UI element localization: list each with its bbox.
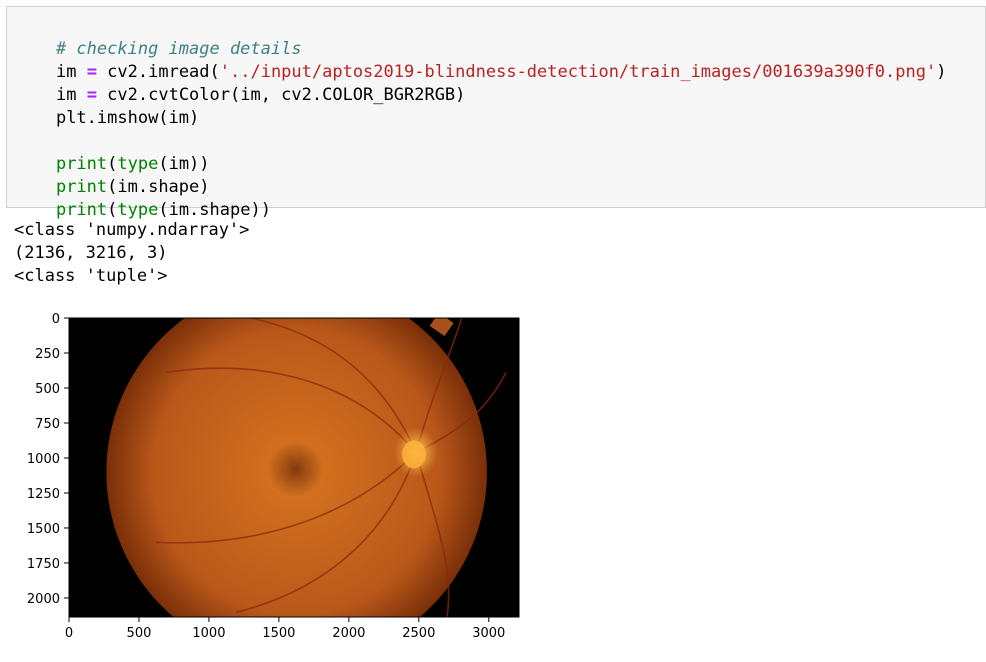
imshow-plot: 0 500 1000 1500 2000 2500 3000 0 250 500 750 1000 12… <box>27 312 520 641</box>
output-line-1: <class 'numpy.ndarray'> <box>14 220 250 240</box>
output-line-2: (2136, 3216, 3) <box>14 243 168 263</box>
fovea <box>267 441 324 498</box>
optic-disc-core <box>402 440 427 469</box>
x-tick-label: 0 <box>65 626 73 641</box>
x-tick-label: 3000 <box>472 626 505 641</box>
x-tick-label: 1000 <box>192 626 225 641</box>
y-tick-label: 750 <box>35 417 60 432</box>
y-tick-label: 1750 <box>27 557 60 572</box>
y-tick-label: 1500 <box>27 522 60 537</box>
x-tick-label: 2000 <box>332 626 365 641</box>
x-tick-label: 2500 <box>402 626 435 641</box>
x-tick-label: 1500 <box>262 626 295 641</box>
print-open: ( <box>107 200 118 220</box>
type-builtin: type <box>117 200 159 220</box>
code-cell[interactable]: # checking image details im = cv2.imread… <box>6 6 986 220</box>
y-tick-label: 500 <box>35 382 60 397</box>
fundus-image <box>69 318 519 617</box>
close-paren: ) <box>936 62 947 82</box>
print-arg: (im.shape)) <box>158 200 271 220</box>
code-line-print-type[interactable]: print(type(im)) <box>15 130 210 174</box>
imshow-call: plt.imshow(im) <box>55 108 200 128</box>
code-line-cvtcolor[interactable]: im = cv2.cvtColor(im, cv2.COLOR_BGR2RGB) <box>15 61 465 105</box>
y-tick-label: 2000 <box>27 592 60 607</box>
output-line-3: <class 'tuple'> <box>14 266 168 286</box>
y-tick-label: 1250 <box>27 487 60 502</box>
y-tick-label: 250 <box>35 347 60 362</box>
y-tick-label: 1000 <box>27 452 60 467</box>
x-tick-label: 500 <box>127 626 152 641</box>
code-line-print-shape[interactable]: print(im.shape) <box>15 153 210 197</box>
y-tick-label: 0 <box>52 312 60 327</box>
code-line-comment[interactable]: # checking image details <box>15 15 302 59</box>
print-builtin: print <box>55 200 108 220</box>
code-line-imread[interactable]: im = cv2.imread('../input/aptos2019-blin… <box>15 38 947 82</box>
code-line-imshow[interactable]: plt.imshow(im) <box>15 84 199 128</box>
code-line-print-type-shape[interactable]: print(type(im.shape)) <box>15 176 271 220</box>
